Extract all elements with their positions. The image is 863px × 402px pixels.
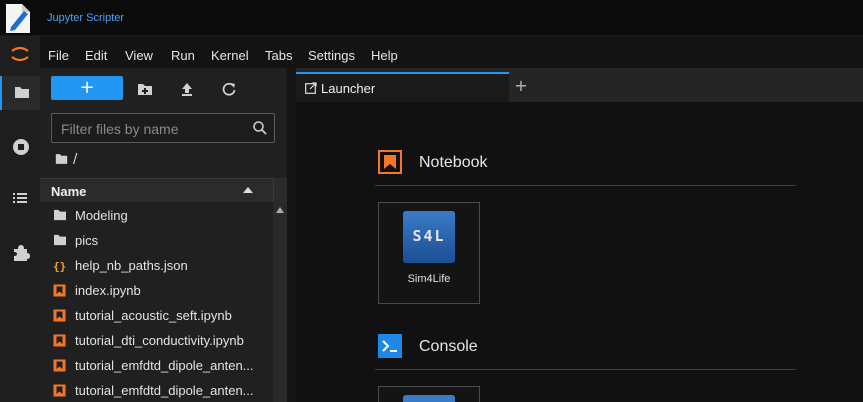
main-tab-bar: Launcher + <box>296 68 863 102</box>
list-item-label: index.ipynb <box>75 283 141 298</box>
launcher-panel: Notebook S4L Sim4Life Console <box>296 102 863 402</box>
console-section-title: Console <box>419 338 478 355</box>
running-sessions-tab[interactable] <box>0 130 40 164</box>
puzzle-icon <box>14 245 30 261</box>
notebook-section-divider <box>375 185 796 186</box>
list-item-label: tutorial_emfdtd_dipole_anten... <box>75 358 254 373</box>
list-item[interactable]: tutorial_emfdtd_dipole_anten... <box>40 378 273 402</box>
title-bar: Jupyter Scripter <box>0 0 863 36</box>
list-item[interactable]: tutorial_acoustic_seft.ipynb <box>40 303 273 328</box>
file-browser-tab[interactable] <box>0 76 40 110</box>
folder-icon <box>54 209 66 221</box>
new-tab-button[interactable]: + <box>509 74 533 100</box>
breadcrumb-path[interactable]: / <box>73 152 77 167</box>
folder-icon <box>54 234 66 246</box>
menu-bar: File Edit View Run Kernel Tabs Settings … <box>40 36 863 68</box>
upload-icon[interactable] <box>179 81 195 97</box>
notebook-icon <box>53 359 66 372</box>
breadcrumb[interactable]: / <box>55 152 77 167</box>
list-item[interactable]: pics <box>40 228 273 253</box>
list-item[interactable]: index.ipynb <box>40 278 273 303</box>
notebook-section-title: Notebook <box>419 154 488 171</box>
app-logo-icon <box>6 4 30 33</box>
column-resize-handle[interactable] <box>273 178 287 202</box>
folder-icon <box>15 87 29 98</box>
menu-kernel[interactable]: Kernel <box>211 48 249 63</box>
new-launcher-button[interactable]: + <box>51 76 123 100</box>
list-item-label: Modeling <box>75 208 128 223</box>
notebook-icon <box>53 384 66 397</box>
new-folder-icon[interactable] <box>137 81 153 97</box>
notebook-icon <box>53 309 66 322</box>
filter-files-input[interactable] <box>61 119 251 139</box>
list-item[interactable]: Modeling <box>40 203 273 228</box>
list-item[interactable]: {} help_nb_paths.json <box>40 253 273 278</box>
list-item-label: help_nb_paths.json <box>75 258 188 273</box>
refresh-icon[interactable] <box>221 81 237 97</box>
sim4life-console-logo <box>403 395 455 402</box>
json-icon: {} <box>53 260 66 272</box>
table-of-contents-tab[interactable] <box>0 182 40 216</box>
sim4life-notebook-card[interactable]: S4L Sim4Life <box>378 202 480 304</box>
launcher-tab-icon <box>305 82 317 94</box>
list-icon <box>13 193 27 203</box>
extensions-tab[interactable] <box>0 236 40 270</box>
panel-splitter[interactable] <box>287 68 296 402</box>
console-section-divider <box>375 369 796 370</box>
tab-launcher-label: Launcher <box>321 81 376 96</box>
menu-file[interactable]: File <box>48 48 69 63</box>
sim4life-card-label: Sim4Life <box>407 273 451 285</box>
search-icon <box>253 121 267 135</box>
file-browser-panel: + / Name Modeling pics {} <box>40 68 287 402</box>
list-item[interactable]: tutorial_emfdtd_dipole_anten... <box>40 353 273 378</box>
list-item[interactable]: tutorial_dti_conductivity.ipynb <box>40 328 273 353</box>
name-column-header[interactable]: Name <box>40 178 273 202</box>
svg-text:{}: {} <box>53 260 66 272</box>
menu-view[interactable]: View <box>125 48 153 63</box>
home-folder-icon <box>55 154 68 164</box>
list-item-label: pics <box>75 233 99 248</box>
menu-settings[interactable]: Settings <box>308 48 355 63</box>
console-section-icon <box>378 334 402 358</box>
sort-caret-icon <box>243 187 253 193</box>
file-browser-toolbar: + <box>40 68 287 110</box>
sim4life-logo-text: S4L <box>412 227 446 245</box>
sim4life-logo: S4L <box>403 211 455 263</box>
menu-help[interactable]: Help <box>371 48 398 63</box>
jupyter-logo-icon <box>11 46 29 62</box>
notebook-icon <box>53 334 66 347</box>
scroll-up-icon[interactable] <box>276 207 284 213</box>
name-column-label: Name <box>51 184 87 199</box>
filter-files-field[interactable] <box>51 113 275 143</box>
notebook-icon <box>53 284 66 297</box>
list-item-label: tutorial_emfdtd_dipole_anten... <box>75 383 254 398</box>
menu-tabs[interactable]: Tabs <box>265 48 292 63</box>
sim4life-console-card[interactable] <box>378 386 480 402</box>
list-item-label: tutorial_acoustic_seft.ipynb <box>75 308 232 323</box>
window-title: Jupyter Scripter <box>47 12 125 24</box>
notebook-section-icon <box>378 150 402 174</box>
file-list-scrollbar[interactable] <box>273 202 287 402</box>
tab-launcher[interactable]: Launcher <box>296 72 509 102</box>
activity-bar <box>0 36 40 402</box>
menu-edit[interactable]: Edit <box>85 48 107 63</box>
stop-circle-icon <box>13 139 29 155</box>
list-item-label: tutorial_dti_conductivity.ipynb <box>75 333 244 348</box>
menu-run[interactable]: Run <box>171 48 195 63</box>
